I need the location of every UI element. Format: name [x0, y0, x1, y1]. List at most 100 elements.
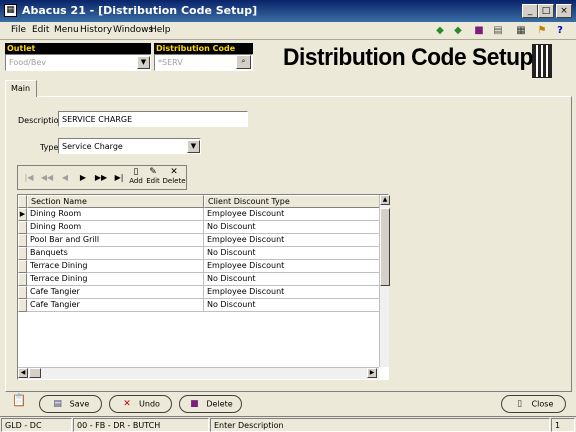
restore-button[interactable]: □ — [538, 4, 554, 18]
cell-section-name[interactable]: Cafe Tangier — [27, 299, 204, 312]
cell-client-discount-type[interactable]: Employee Discount — [204, 260, 380, 273]
row-indicator[interactable] — [18, 260, 27, 273]
delete-bin-icon: ■ — [190, 399, 199, 409]
status-message: Enter Description — [210, 418, 550, 432]
exit-icon[interactable]: ⚑ — [534, 24, 550, 38]
edit-label: Edit — [146, 177, 160, 185]
next-page-icon[interactable]: ▶▶ — [92, 169, 110, 187]
cell-client-discount-type[interactable]: No Discount — [204, 299, 380, 312]
lookup-search-icon[interactable]: ⌕ — [236, 55, 251, 69]
delete-label: Delete — [162, 177, 186, 185]
table-row[interactable]: Cafe Tangier Employee Discount — [18, 286, 380, 299]
cell-client-discount-type[interactable]: No Discount — [204, 247, 380, 260]
cell-section-name[interactable]: Terrace Dining — [27, 260, 204, 273]
add-icon: ▯ — [133, 167, 139, 177]
first-record-icon[interactable]: |◀ — [20, 169, 38, 187]
cell-client-discount-type[interactable]: No Discount — [204, 273, 380, 286]
cell-client-discount-type[interactable]: Employee Discount — [204, 234, 380, 247]
minimize-button[interactable]: _ — [522, 4, 538, 18]
table-row[interactable]: Terrace Dining No Discount — [18, 273, 380, 286]
type-dropdown-icon[interactable]: ▼ — [187, 140, 200, 153]
add-record-button[interactable]: ▯ Add — [128, 167, 144, 189]
outlet-dropdown-icon[interactable]: ▼ — [137, 56, 150, 69]
sections-grid[interactable]: Section Name Client Discount Type ▶ Dinin… — [17, 194, 390, 380]
menu-windows[interactable]: Windows — [113, 25, 153, 35]
column-header-section-name[interactable]: Section Name — [27, 195, 204, 208]
prev-record-icon[interactable]: ◀ — [56, 169, 74, 187]
title-bar[interactable]: ▦ Abacus 21 - [Distribution Code Setup] … — [0, 0, 576, 22]
menu-file[interactable]: File — [11, 25, 26, 35]
menu-menu[interactable]: Menu — [54, 25, 79, 35]
cell-section-name[interactable]: Dining Room — [27, 208, 204, 221]
status-bar: GLD - DC 00 - FB - DR - BUTCH Enter Desc… — [0, 416, 576, 432]
horizontal-scrollbar[interactable]: ◀ ▶ — [18, 367, 379, 379]
status-company: GLD - DC — [1, 418, 72, 432]
tab-main[interactable]: Main — [5, 80, 37, 97]
delete-record-button[interactable]: ✕ Delete — [162, 167, 186, 189]
cell-section-name[interactable]: Terrace Dining — [27, 273, 204, 286]
arrow-right-icon[interactable]: ◆ — [450, 24, 466, 38]
row-indicator[interactable] — [18, 299, 27, 312]
scroll-thumb[interactable] — [380, 208, 390, 286]
status-count: 1 — [551, 418, 575, 432]
page-title: Distribution Code Setup — [283, 44, 533, 71]
scroll-right-icon[interactable]: ▶ — [367, 368, 377, 378]
row-indicator[interactable] — [18, 247, 27, 260]
row-indicator[interactable] — [18, 286, 27, 299]
row-indicator[interactable] — [18, 221, 27, 234]
table-row[interactable]: Banquets No Discount — [18, 247, 380, 260]
row-indicator[interactable] — [18, 273, 27, 286]
type-select-value: Service Charge — [62, 142, 123, 151]
cell-client-discount-type[interactable]: Employee Discount — [204, 286, 380, 299]
cell-section-name[interactable]: Dining Room — [27, 221, 204, 234]
scroll-up-icon[interactable]: ▲ — [380, 195, 390, 205]
book-icon[interactable]: ■ — [471, 24, 487, 38]
row-indicator[interactable] — [18, 234, 27, 247]
printer-icon[interactable]: ▤ — [490, 24, 506, 38]
notes-icon[interactable]: 📋 — [10, 393, 28, 413]
outlet-label: Outlet — [5, 43, 151, 54]
table-row[interactable]: Pool Bar and Grill Employee Discount — [18, 234, 380, 247]
type-select[interactable]: Service Charge — [58, 138, 201, 154]
delete-icon: ✕ — [170, 167, 178, 177]
scroll-left-icon[interactable]: ◀ — [18, 368, 28, 378]
status-context: 00 - FB - DR - BUTCH — [73, 418, 209, 432]
menu-history[interactable]: History — [80, 25, 112, 35]
cell-section-name[interactable]: Banquets — [27, 247, 204, 260]
hscroll-thumb[interactable] — [29, 368, 41, 378]
close-window-button[interactable]: × — [556, 4, 572, 18]
prev-page-icon[interactable]: ◀◀ — [38, 169, 56, 187]
table-row[interactable]: Cafe Tangier No Discount — [18, 299, 380, 312]
cell-section-name[interactable]: Pool Bar and Grill — [27, 234, 204, 247]
undo-button[interactable]: ✕ Undo — [109, 395, 172, 413]
calculator-icon[interactable]: ▦ — [513, 24, 529, 38]
outlet-field[interactable]: Food/Bev — [5, 54, 151, 71]
record-navigator: |◀ ◀◀ ◀ ▶ ▶▶ ▶| ▯ Add ✎ Edit ✕ Delete — [17, 165, 187, 190]
current-row-indicator-icon[interactable]: ▶ — [18, 208, 27, 221]
table-row[interactable]: ▶ Dining Room Employee Discount — [18, 208, 380, 221]
next-record-icon[interactable]: ▶ — [74, 169, 92, 187]
undo-icon: ✕ — [123, 399, 131, 409]
delete-button[interactable]: ■ Delete — [179, 395, 242, 413]
table-row[interactable]: Dining Room No Discount — [18, 221, 380, 234]
menu-edit[interactable]: Edit — [32, 25, 49, 35]
arrow-left-icon[interactable]: ◆ — [432, 24, 448, 38]
cell-client-discount-type[interactable]: No Discount — [204, 221, 380, 234]
menu-bar: File Edit Menu History Windows Help ◆ ◆ … — [0, 22, 576, 40]
save-button[interactable]: ▤ Save — [39, 395, 102, 413]
column-header-client-discount-type[interactable]: Client Discount Type — [204, 195, 380, 208]
vertical-scrollbar[interactable]: ▲ — [379, 195, 390, 367]
edit-record-button[interactable]: ✎ Edit — [145, 167, 161, 189]
cell-client-discount-type[interactable]: Employee Discount — [204, 208, 380, 221]
last-record-icon[interactable]: ▶| — [110, 169, 128, 187]
description-input[interactable]: SERVICE CHARGE — [58, 111, 248, 127]
save-label: Save — [69, 399, 90, 409]
cell-section-name[interactable]: Cafe Tangier — [27, 286, 204, 299]
help-icon[interactable]: ? — [552, 24, 568, 38]
table-row[interactable]: Terrace Dining Employee Discount — [18, 260, 380, 273]
close-button[interactable]: ▯ Close — [501, 395, 566, 413]
menu-help[interactable]: Help — [150, 25, 171, 35]
save-icon: ▤ — [53, 399, 62, 409]
app-icon[interactable]: ▦ — [4, 4, 17, 17]
distribution-code-value: *SERV — [158, 58, 183, 67]
